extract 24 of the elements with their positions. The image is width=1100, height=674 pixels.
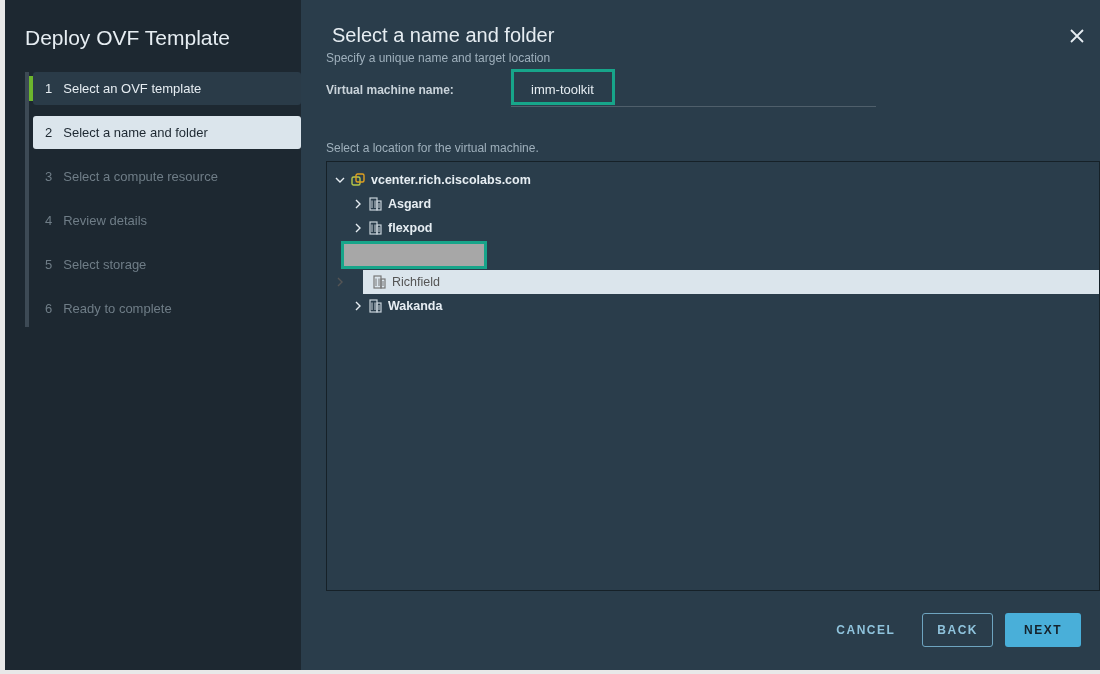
vcenter-icon [351,173,365,187]
tree-item[interactable]: Wakanda [327,294,1099,318]
wizard-title: Deploy OVF Template [24,25,232,50]
chevron-icon[interactable] [335,175,345,185]
tree-item[interactable]: vcenter.rich.ciscolabs.com [327,168,1099,192]
wizard-step[interactable]: 2 Select a name and folder [33,116,301,149]
page-title: Select a name and folder [332,24,555,47]
tree-item[interactable]: Asgard [327,192,1099,216]
subtitle: Specify a unique name and target location [326,51,552,65]
building-icon [369,221,382,235]
building-icon [369,299,382,313]
next-button[interactable]: NEXT [1005,613,1081,647]
building-icon [373,275,386,289]
back-button[interactable]: BACK [922,613,993,647]
building-icon [369,197,382,211]
close-icon[interactable] [1070,28,1084,43]
chevron-icon[interactable] [353,223,363,233]
chevron-icon[interactable] [353,199,363,209]
field-label: Virtual machine name: [326,83,455,97]
cancel-button[interactable]: CANCEL [821,613,911,647]
name-input-field[interactable]: imm-toolkit [511,73,876,107]
tree-item[interactable]: flexpod [327,216,1099,240]
location-label: Select a location for the virtual machine. [326,141,540,155]
chevron-icon[interactable] [353,301,363,311]
